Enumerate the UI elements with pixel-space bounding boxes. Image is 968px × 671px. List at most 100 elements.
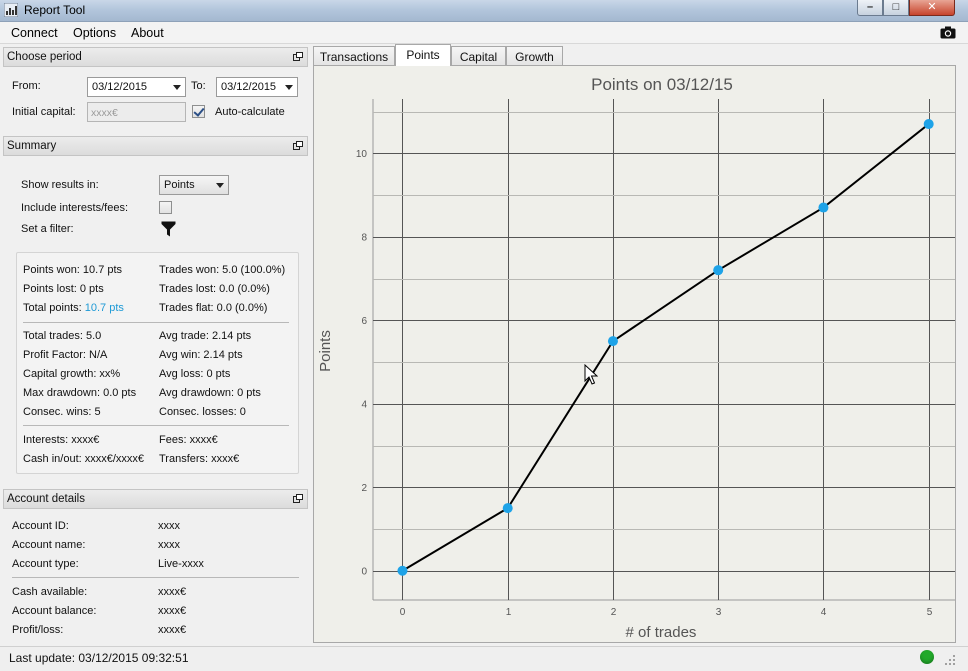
choose-period-header: Choose period xyxy=(3,47,308,67)
size-grip-icon[interactable] xyxy=(944,654,956,666)
camera-icon[interactable] xyxy=(940,26,956,39)
account-id-label: Account ID: xyxy=(12,520,69,532)
to-date-select[interactable]: 03/12/2015 xyxy=(216,77,298,97)
x-tick-label: 2 xyxy=(611,607,617,618)
x-tick-label: 4 xyxy=(821,607,827,618)
summary-header: Summary xyxy=(3,136,308,156)
show-results-label: Show results in: xyxy=(21,179,99,191)
total-points-value: 10.7 pts xyxy=(84,302,124,314)
fees: Fees: xxxx€ xyxy=(159,434,218,446)
y-tick-label: 4 xyxy=(361,399,367,410)
auto-calculate-checkbox[interactable] xyxy=(192,105,205,118)
include-interests-label: Include interests/fees: xyxy=(21,202,129,214)
account-id-value: xxxx xyxy=(158,520,180,532)
tab-transactions[interactable]: Transactions xyxy=(313,46,395,66)
x-tick-label: 3 xyxy=(716,607,722,618)
account-balance-label: Account balance: xyxy=(12,605,97,617)
consec-losses: Consec. losses: 0 xyxy=(159,406,246,418)
tab-points[interactable]: Points xyxy=(395,44,451,66)
y-tick-label: 8 xyxy=(361,232,367,243)
last-update-text: Last update: 03/12/2015 09:32:51 xyxy=(9,651,189,665)
cash-available-label: Cash available: xyxy=(12,586,88,598)
filter-icon[interactable] xyxy=(161,221,176,237)
profit-loss-value: xxxx€ xyxy=(158,624,187,636)
chevron-down-icon xyxy=(173,85,181,90)
account-name-value: xxxx xyxy=(158,539,180,551)
window-title: Report Tool xyxy=(24,3,86,17)
cash-available-value: xxxx€ xyxy=(158,586,187,598)
account-type-value: Live-xxxx xyxy=(158,558,204,570)
points-won: Points won: 10.7 pts xyxy=(23,264,123,276)
total-points: Total points: 10.7 pts xyxy=(23,302,124,314)
auto-calculate-label: Auto-calculate xyxy=(215,106,285,118)
initial-capital-label: Initial capital: xyxy=(12,106,76,118)
status-dot-icon xyxy=(920,650,934,664)
chart-x-label: # of trades xyxy=(626,624,697,641)
summary-stats-box: Points won: 10.7 pts Points lost: 0 pts … xyxy=(16,252,299,474)
consec-wins: Consec. wins: 5 xyxy=(23,406,101,418)
x-tick-label: 0 xyxy=(400,607,406,618)
data-point xyxy=(607,336,618,347)
chevron-down-icon xyxy=(285,85,293,90)
from-date-select[interactable]: 03/12/2015 xyxy=(87,77,186,97)
to-label: To: xyxy=(191,80,206,92)
data-point xyxy=(818,202,829,213)
total-trades: Total trades: 5.0 xyxy=(23,330,102,342)
maximize-button[interactable]: □ xyxy=(883,0,909,16)
menu-about[interactable]: About xyxy=(131,26,164,40)
divider xyxy=(23,322,289,323)
account-details-header: Account details xyxy=(3,489,308,509)
y-tick-label: 0 xyxy=(361,566,367,577)
avg-drawdown: Avg drawdown: 0 pts xyxy=(159,387,261,399)
status-bar: Last update: 03/12/2015 09:32:51 xyxy=(0,646,968,671)
minimize-button[interactable]: – xyxy=(857,0,883,16)
filter-label: Set a filter: xyxy=(21,223,74,235)
title-bar: Report Tool – □ ✕ xyxy=(0,0,968,22)
include-interests-checkbox[interactable] xyxy=(159,201,172,214)
points-lost: Points lost: 0 pts xyxy=(23,283,104,295)
chart-y-label: Points xyxy=(317,330,334,372)
trades-lost: Trades lost: 0.0 (0.0%) xyxy=(159,283,270,295)
chevron-down-icon xyxy=(216,183,224,188)
from-label: From: xyxy=(12,80,41,92)
menu-options[interactable]: Options xyxy=(73,26,116,40)
menu-connect[interactable]: Connect xyxy=(11,26,58,40)
close-button[interactable]: ✕ xyxy=(909,0,955,16)
trades-won: Trades won: 5.0 (100.0%) xyxy=(159,264,286,276)
interests: Interests: xxxx€ xyxy=(23,434,100,446)
tab-growth[interactable]: Growth xyxy=(506,46,563,66)
initial-capital-input[interactable]: xxxx€ xyxy=(87,102,186,122)
profit-loss-label: Profit/loss: xyxy=(12,624,64,636)
y-tick-label: 10 xyxy=(356,149,368,160)
left-panel: Choose period From: 03/12/2015 To: 03/12… xyxy=(3,44,308,646)
capital-growth: Capital growth: xx% xyxy=(23,368,121,380)
tab-capital[interactable]: Capital xyxy=(451,46,506,66)
x-tick-label: 1 xyxy=(506,607,512,618)
dock-icon[interactable] xyxy=(293,52,303,61)
account-name-label: Account name: xyxy=(12,539,86,551)
divider xyxy=(23,425,289,426)
avg-win: Avg win: 2.14 pts xyxy=(159,349,243,361)
dock-icon[interactable] xyxy=(293,494,303,503)
dock-icon[interactable] xyxy=(293,141,303,150)
profit-factor: Profit Factor: N/A xyxy=(23,349,108,361)
series-line xyxy=(401,123,930,572)
menu-bar: Connect Options About xyxy=(0,22,968,44)
show-results-select[interactable]: Points xyxy=(159,175,229,195)
account-balance-value: xxxx€ xyxy=(158,605,187,617)
app-chart-icon xyxy=(4,3,18,17)
avg-trade: Avg trade: 2.14 pts xyxy=(159,330,252,342)
trades-flat: Trades flat: 0.0 (0.0%) xyxy=(159,302,268,314)
account-type-label: Account type: xyxy=(12,558,79,570)
data-point xyxy=(397,565,408,576)
max-drawdown: Max drawdown: 0.0 pts xyxy=(23,387,137,399)
divider xyxy=(12,577,299,578)
data-point xyxy=(713,265,724,276)
x-tick-label: 5 xyxy=(927,607,933,618)
cash-in-out: Cash in/out: xxxx€/xxxx€ xyxy=(23,453,145,465)
chart-pane: Points on 03/12/15 # of trades Points 0 1… xyxy=(313,65,956,643)
avg-loss: Avg loss: 0 pts xyxy=(159,368,231,380)
data-point xyxy=(923,119,934,130)
points-chart: Points on 03/12/15 # of trades Points 0 1… xyxy=(317,75,955,641)
chart-title: Points on 03/12/15 xyxy=(591,75,733,94)
